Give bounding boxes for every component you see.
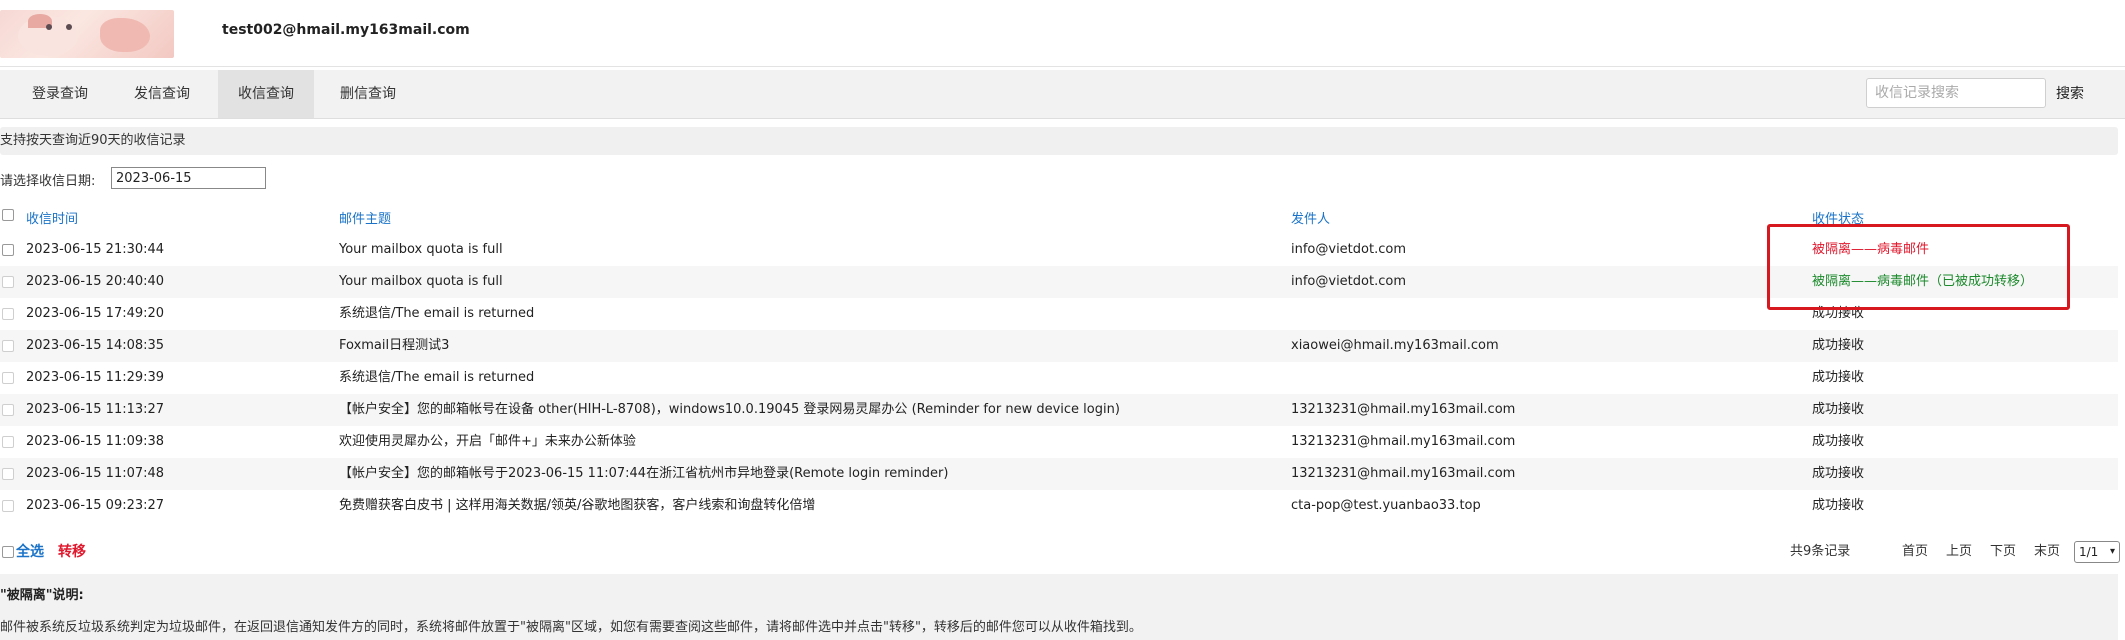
row-sender: cta-pop@test.yuanbao33.top	[1291, 498, 1481, 513]
row-subject[interactable]: 【帐户安全】您的邮箱帐号在设备 other(HIH-L-8708)，window…	[339, 394, 1120, 426]
row-subject[interactable]: Your mailbox quota is full	[339, 266, 503, 298]
row-checkbox[interactable]	[2, 500, 14, 512]
row-status: 成功接收	[1812, 466, 1865, 481]
row-sender: 13213231@hmail.my163mail.com	[1291, 466, 1516, 481]
select-all-checkbox[interactable]	[2, 546, 14, 558]
row-checkbox[interactable]	[2, 436, 14, 448]
row-checkbox[interactable]	[2, 244, 14, 256]
row-time: 2023-06-15 11:09:38	[26, 434, 165, 449]
info-banner: 支持按天查询近90天的收信记录	[0, 127, 2118, 155]
row-checkbox[interactable]	[2, 340, 14, 352]
row-sender: xiaowei@hmail.my163mail.com	[1291, 338, 1499, 353]
row-subject[interactable]: Your mailbox quota is full	[339, 234, 503, 266]
record-count: 共9条记录	[1790, 544, 1851, 559]
mail-log-page: test002@hmail.my163mail.com 登录查询 发信查询 收信…	[0, 0, 2125, 640]
prev-page-link[interactable]: 上页	[1946, 540, 1972, 564]
first-page-link[interactable]: 首页	[1902, 540, 1928, 564]
row-time: 2023-06-15 11:29:39	[26, 370, 165, 385]
transfer-button[interactable]: 转移	[58, 540, 86, 564]
row-subject[interactable]: 欢迎使用灵犀办公，开启「邮件+」未来办公新体验	[339, 426, 636, 458]
row-time: 2023-06-15 09:23:27	[26, 498, 165, 513]
row-subject[interactable]: 免费赠获客白皮书 | 这样用海关数据/领英/谷歌地图获客，客户线索和询盘转化倍增	[339, 490, 815, 522]
tab-send-query[interactable]: 发信查询	[116, 70, 208, 118]
table-row[interactable]: 2023-06-15 11:09:38 欢迎使用灵犀办公，开启「邮件+」未来办公…	[0, 426, 2118, 458]
header-checkbox[interactable]	[2, 209, 14, 221]
search-input[interactable]	[1866, 78, 2046, 108]
row-status: 成功接收	[1812, 338, 1865, 353]
tab-bar: 登录查询 发信查询 收信查询 删信查询 搜索	[0, 70, 2125, 119]
row-checkbox[interactable]	[2, 276, 14, 288]
row-checkbox[interactable]	[2, 468, 14, 480]
row-checkbox[interactable]	[2, 308, 14, 320]
column-header-subject: 邮件主题	[339, 212, 392, 227]
date-label: 请选择收信日期:	[0, 174, 96, 189]
header: test002@hmail.my163mail.com	[0, 0, 2125, 67]
row-status: 成功接收	[1812, 498, 1865, 513]
date-field[interactable]	[111, 167, 266, 189]
row-status: 成功接收	[1812, 402, 1865, 417]
row-sender: 13213231@hmail.my163mail.com	[1291, 402, 1516, 417]
tab-login-query[interactable]: 登录查询	[14, 70, 106, 118]
quarantine-note: "被隔离"说明: 邮件被系统反垃圾系统判定为垃圾邮件，在返回退信通知发件方的同时…	[0, 574, 2118, 640]
row-sender: info@vietdot.com	[1291, 242, 1406, 257]
row-subject[interactable]: 系统退信/The email is returned	[339, 362, 534, 394]
row-checkbox[interactable]	[2, 372, 14, 384]
tab-receive-query[interactable]: 收信查询	[218, 70, 314, 118]
table-row[interactable]: 2023-06-15 14:08:35 Foxmail日程测试3 xiaowei…	[0, 330, 2118, 362]
page-select-value: 1/1	[2079, 545, 2099, 559]
highlight-annotation-box	[1767, 224, 2070, 310]
column-header-sender: 发件人	[1291, 212, 1331, 227]
note-text: 邮件被系统反垃圾系统判定为垃圾邮件，在返回退信通知发件方的同时，系统将邮件放置于…	[0, 620, 1142, 635]
last-page-link[interactable]: 末页	[2034, 540, 2060, 564]
note-title: "被隔离"说明:	[0, 588, 84, 603]
row-time: 2023-06-15 11:13:27	[26, 402, 165, 417]
row-status: 成功接收	[1812, 370, 1865, 385]
row-subject[interactable]: 系统退信/The email is returned	[339, 298, 534, 330]
row-time: 2023-06-15 11:07:48	[26, 466, 165, 481]
row-time: 2023-06-15 14:08:35	[26, 338, 165, 353]
search-button[interactable]: 搜索	[2056, 70, 2084, 118]
table-row[interactable]: 2023-06-15 11:29:39 系统退信/The email is re…	[0, 362, 2118, 394]
row-checkbox[interactable]	[2, 404, 14, 416]
chevron-down-icon: ▾	[2109, 546, 2115, 557]
next-page-link[interactable]: 下页	[1990, 540, 2016, 564]
column-header-time: 收信时间	[26, 212, 79, 227]
row-sender: 13213231@hmail.my163mail.com	[1291, 434, 1516, 449]
select-all-link[interactable]: 全选	[16, 540, 44, 564]
table-row[interactable]: 2023-06-15 11:13:27 【帐户安全】您的邮箱帐号在设备 othe…	[0, 394, 2118, 426]
table-row[interactable]: 2023-06-15 11:07:48 【帐户安全】您的邮箱帐号于2023-06…	[0, 458, 2118, 490]
row-sender: info@vietdot.com	[1291, 274, 1406, 289]
avatar	[0, 10, 174, 58]
row-subject[interactable]: 【帐户安全】您的邮箱帐号于2023-06-15 11:07:44在浙江省杭州市异…	[339, 458, 948, 490]
row-status: 成功接收	[1812, 434, 1865, 449]
table-footer: 全选 转移 共9条记录 首页 上页 下页 末页 1/1 ▾	[0, 540, 2125, 564]
row-subject[interactable]: Foxmail日程测试3	[339, 330, 449, 362]
table-row[interactable]: 2023-06-15 09:23:27 免费赠获客白皮书 | 这样用海关数据/领…	[0, 490, 2118, 522]
user-email: test002@hmail.my163mail.com	[222, 22, 470, 38]
row-time: 2023-06-15 20:40:40	[26, 274, 165, 289]
tab-delete-query[interactable]: 删信查询	[322, 70, 414, 118]
page-select[interactable]: 1/1 ▾	[2074, 541, 2120, 563]
row-time: 2023-06-15 17:49:20	[26, 306, 165, 321]
row-time: 2023-06-15 21:30:44	[26, 242, 165, 257]
